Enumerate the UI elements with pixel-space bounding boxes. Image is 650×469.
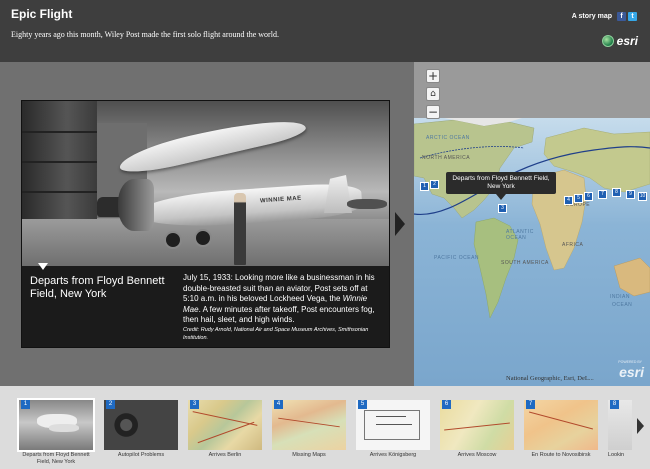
thumb-number: 5 [358, 400, 367, 409]
map-label-ocean: OCEAN [612, 302, 633, 308]
map-tooltip: Departs from Floyd Bennett Field, New Yo… [446, 172, 556, 194]
esri-watermark[interactable]: esri [619, 364, 644, 380]
thumb-number: 7 [526, 400, 535, 409]
story-map-label: A story map [571, 13, 612, 20]
esri-globe-icon [601, 35, 614, 47]
carousel-label[interactable]: Departs from Floyd Bennett Field, New Yo… [16, 452, 96, 466]
map-pin[interactable]: 4 [564, 196, 573, 205]
carousel-thumb-6[interactable]: 6 [440, 400, 514, 450]
map-label-indian: INDIAN [610, 294, 630, 300]
thumb-number: 4 [274, 400, 283, 409]
map-pin[interactable]: 2 [430, 180, 439, 189]
thumb-number: 3 [190, 400, 199, 409]
zoom-in-button[interactable]: + [426, 69, 440, 83]
background-plane [347, 199, 387, 209]
thumb-number: 8 [610, 400, 619, 409]
thumb-number: 6 [442, 400, 451, 409]
map-pin[interactable]: 3 [498, 204, 507, 213]
wiley-post-figure [234, 193, 246, 265]
map-label-north-america: NORTH AMERICA [422, 155, 471, 161]
main-area: WINNIE MAE Departs from Floyd Bennett Fi… [0, 62, 650, 386]
story-panel: WINNIE MAE Departs from Floyd Bennett Fi… [21, 100, 390, 348]
esri-logo[interactable]: esri [601, 33, 638, 49]
thumb-number: 1 [21, 400, 30, 409]
carousel-thumb-5[interactable]: 5 [356, 400, 430, 450]
carousel-label[interactable]: Missing Maps [269, 452, 349, 459]
carousel-thumb-8[interactable]: 8 [608, 400, 632, 450]
carousel-thumb-4[interactable]: 4 [272, 400, 346, 450]
next-arrow-icon[interactable] [395, 212, 405, 236]
facebook-icon[interactable]: f [617, 12, 626, 21]
map-label-pacific: PACIFIC OCEAN [434, 255, 480, 261]
collapse-caption-icon[interactable] [38, 263, 48, 270]
esri-logo-text: esri [616, 34, 638, 48]
twitter-icon[interactable]: t [628, 12, 637, 21]
carousel-next-icon[interactable] [637, 418, 644, 434]
carousel-thumb-3[interactable]: 3 [188, 400, 262, 450]
plane-nose [118, 179, 154, 231]
map-pin[interactable]: 7 [598, 190, 607, 199]
map-pin[interactable]: 9 [626, 190, 635, 199]
carousel-label[interactable]: Arrives Moscow [437, 452, 517, 459]
map-attribution[interactable]: National Geographic, Esri, DeL... [506, 375, 594, 382]
map-label-south-america: SOUTH AMERICA [501, 260, 549, 266]
page-title: Epic Flight [11, 7, 73, 21]
carousel-label[interactable]: Arrives Berlin [185, 452, 265, 459]
carousel-label[interactable]: Autopilot Problems [101, 452, 181, 459]
carousel-label[interactable]: Arrives Königsberg [353, 452, 433, 459]
plane-wheel [164, 231, 182, 249]
page-subtitle: Eighty years ago this month, Wiley Post … [11, 30, 279, 39]
header: Epic Flight Eighty years ago this month,… [0, 0, 650, 62]
photo-credit: Credit: Rudy Arnold, National Air and Sp… [183, 327, 369, 341]
story-map-page: Epic Flight Eighty years ago this month,… [0, 0, 650, 469]
map-pin[interactable]: 5 [574, 194, 583, 203]
home-button[interactable]: ⌂ [426, 87, 440, 101]
caption-title: Departs from Floyd Bennett Field, New Yo… [30, 275, 165, 300]
carousel-thumb-2[interactable]: 2 [104, 400, 178, 450]
historic-photo: WINNIE MAE [22, 101, 389, 266]
map-label-africa: AFRICA [562, 242, 584, 248]
plane-wheel [194, 229, 212, 247]
map[interactable]: + ⌂ − ARCTIC OCEAN NORTH AMERICA PACIFIC… [414, 62, 650, 386]
map-label-atlantic: ATLANTIC OCEAN [506, 229, 534, 241]
carousel-thumb-1[interactable]: 1 [17, 398, 95, 452]
map-tooltip-tail [496, 194, 506, 200]
carousel-label[interactable]: Lookin [596, 452, 636, 459]
map-label-arctic: ARCTIC OCEAN [426, 135, 470, 141]
carousel-label[interactable]: En Route to Novosibirsk [521, 452, 601, 459]
map-pin[interactable]: 1 [420, 182, 429, 191]
thumb-number: 2 [106, 400, 115, 409]
map-pin[interactable]: 10 [638, 192, 647, 201]
map-pin[interactable]: 8 [612, 188, 621, 197]
caption-text: July 15, 1933: Looking more like a busin… [183, 273, 375, 324]
map-pin[interactable]: 6 [584, 192, 593, 201]
map-gray-band [414, 62, 650, 118]
story-carousel: 1 Departs from Floyd Bennett Field, New … [0, 386, 650, 469]
zoom-out-button[interactable]: − [426, 105, 440, 119]
carousel-thumb-7[interactable]: 7 [524, 400, 598, 450]
